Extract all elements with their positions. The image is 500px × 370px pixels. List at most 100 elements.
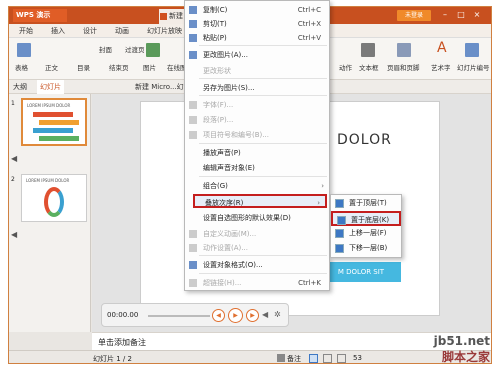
context-menu-item[interactable]: 编辑声音对象(E) xyxy=(185,161,329,175)
menu-slideshow[interactable]: 幻灯片放映 xyxy=(147,24,182,38)
action-button[interactable]: 动作 xyxy=(339,62,352,72)
slide-number-icon[interactable] xyxy=(465,43,479,57)
context-menu-item[interactable]: 项目符号和编号(B)... xyxy=(185,128,329,142)
header-footer-button[interactable]: 页眉和页脚 xyxy=(387,62,420,72)
layer-order-icon xyxy=(335,244,344,253)
play-icon[interactable]: ▶ xyxy=(228,308,243,323)
context-menu-item[interactable]: 组合(G) › xyxy=(185,179,329,193)
context-menu-item[interactable]: 剪切(T) Ctrl+X xyxy=(185,17,329,31)
header-footer-icon[interactable] xyxy=(397,43,411,57)
textbox-button[interactable]: 文本框 xyxy=(359,62,379,72)
menu-insert[interactable]: 插入 xyxy=(51,24,65,38)
context-menu-item[interactable]: 段落(P)... xyxy=(185,113,329,127)
end-page-button[interactable]: 结束页 xyxy=(109,62,129,72)
context-menu-item[interactable]: 叠放次序(R) › xyxy=(193,194,327,208)
slide-counter: 幻灯片 1 / 2 xyxy=(93,355,132,363)
zoom-level[interactable]: 53 xyxy=(353,354,362,362)
slide-thumbnail-pane: 1 LOREM IPSUM DOLOR ◀ 2 LOREM IPSUM DOLO… xyxy=(9,94,91,332)
context-menu-item[interactable]: 复制(C) Ctrl+C xyxy=(185,3,329,17)
slide-thumbnail-1[interactable]: LOREM IPSUM DOLOR xyxy=(21,98,87,146)
submenu-item[interactable]: 置于顶层(T) xyxy=(331,196,401,211)
login-button[interactable]: 未登录 xyxy=(397,10,431,21)
context-menu-item[interactable]: 超链接(H)... Ctrl+K xyxy=(185,276,329,290)
context-menu-item[interactable]: 动作设置(A)... xyxy=(185,241,329,255)
context-menu-label: 复制(C) xyxy=(203,6,228,14)
previous-icon[interactable]: ◀ xyxy=(212,309,225,322)
submenu-item[interactable]: 上移一层(F) xyxy=(331,226,401,241)
context-menu-label: 更改图片(A)... xyxy=(203,51,248,59)
context-menu-item[interactable]: 更改图片(A)... xyxy=(185,48,329,62)
menu-separator xyxy=(199,78,327,79)
close-icon[interactable]: × xyxy=(471,9,483,21)
volume-icon[interactable]: ◀ xyxy=(262,310,268,319)
submenu-item[interactable]: 置于底层(K) xyxy=(331,211,401,226)
context-menu-label: 编辑声音对象(E) xyxy=(203,164,255,172)
menu-design[interactable]: 设计 xyxy=(83,24,97,38)
transition-page-button[interactable]: 过渡页 xyxy=(125,44,145,54)
submenu-item[interactable]: 下移一层(B) xyxy=(331,241,401,256)
menu-home[interactable]: 开始 xyxy=(19,24,33,38)
tab-slides[interactable]: 幻灯片 xyxy=(37,80,64,94)
chevron-right-icon: › xyxy=(317,199,320,207)
slide-text-box[interactable]: M DOLOR SIT xyxy=(321,262,401,282)
context-menu-item[interactable]: 另存为图片(S)... xyxy=(185,81,329,95)
maximize-icon[interactable]: □ xyxy=(455,9,467,21)
notes-icon[interactable] xyxy=(277,354,285,362)
submenu-label: 上移一层(F) xyxy=(349,229,387,237)
body-text-button[interactable]: 正文 xyxy=(45,62,58,72)
next-icon[interactable]: ▶ xyxy=(246,309,259,322)
minimize-icon[interactable]: – xyxy=(439,9,451,21)
settings-icon[interactable]: ✲ xyxy=(274,310,281,319)
thumb-title-2: LOREM IPSUM DOLOR xyxy=(26,178,70,183)
tab-outline[interactable]: 大纲 xyxy=(13,80,27,94)
normal-view-icon[interactable] xyxy=(309,354,318,363)
paragraph-icon xyxy=(189,116,197,124)
wordart-icon[interactable]: A xyxy=(437,40,447,56)
layer-order-icon xyxy=(337,216,346,225)
order-submenu: 置于顶层(T) 置于底层(K) 上移一层(F) 下移一层(B) xyxy=(330,194,402,258)
document-title-tab[interactable]: 新建 Micro...幻 xyxy=(135,80,184,94)
context-menu-item[interactable]: 字体(F)... xyxy=(185,98,329,112)
context-menu-item[interactable]: 设置对象格式(O)... xyxy=(185,258,329,272)
notes-toggle[interactable]: 备注 xyxy=(287,354,301,363)
cover-button[interactable]: 封面 xyxy=(99,44,112,54)
slide-number-button[interactable]: 幻灯片编号 xyxy=(457,62,490,72)
menu-separator xyxy=(199,95,327,96)
submenu-label: 置于顶层(T) xyxy=(349,199,387,207)
context-menu-item[interactable]: 更改形状 xyxy=(185,64,329,78)
layer-order-icon xyxy=(335,199,344,208)
context-menu-item[interactable]: 设置自选图形的默认效果(D) xyxy=(185,211,329,225)
reading-view-icon[interactable] xyxy=(337,354,346,363)
speaker-icon: ◀ xyxy=(11,154,18,163)
context-menu-label: 播放声音(P) xyxy=(203,149,241,157)
context-menu-item[interactable]: 自定义动画(M)... xyxy=(185,227,329,241)
format-icon xyxy=(189,261,197,269)
audio-player: 00:00.00 ◀ ▶ ▶ ◀ ✲ xyxy=(101,303,289,327)
menu-animation[interactable]: 动画 xyxy=(115,24,129,38)
shortcut-label: Ctrl+C xyxy=(297,6,321,14)
table-button[interactable]: 表格 xyxy=(15,62,28,72)
shortcut-label: Ctrl+V xyxy=(297,34,321,42)
menu-separator xyxy=(199,45,327,46)
copy-icon xyxy=(189,6,197,14)
table-icon[interactable] xyxy=(17,43,31,57)
player-progress-track[interactable] xyxy=(148,315,210,317)
slide-heading[interactable]: DOLOR xyxy=(337,132,392,148)
textbox-icon[interactable] xyxy=(361,43,375,57)
wps-app-button[interactable]: WPS 演示 xyxy=(13,9,67,22)
slide-thumbnail-2[interactable]: LOREM IPSUM DOLOR xyxy=(21,174,87,222)
notes-area[interactable]: 单击添加备注 xyxy=(92,332,491,350)
watermark-name: 脚本之家 xyxy=(441,350,490,364)
paste-icon xyxy=(189,34,197,42)
thumb-bar xyxy=(39,136,79,141)
wordart-button[interactable]: 艺术字 xyxy=(431,62,451,72)
context-menu-item[interactable]: 粘贴(P) Ctrl+V xyxy=(185,31,329,45)
context-menu-item[interactable]: 播放声音(P) xyxy=(185,146,329,160)
picture-button[interactable]: 图片 xyxy=(143,62,156,72)
chevron-right-icon: › xyxy=(321,182,324,190)
picture-icon[interactable] xyxy=(146,43,160,57)
toc-button[interactable]: 目录 xyxy=(77,62,90,72)
submenu-label: 置于底层(K) xyxy=(351,216,390,224)
context-menu-label: 段落(P)... xyxy=(203,116,234,124)
sorter-view-icon[interactable] xyxy=(323,354,332,363)
